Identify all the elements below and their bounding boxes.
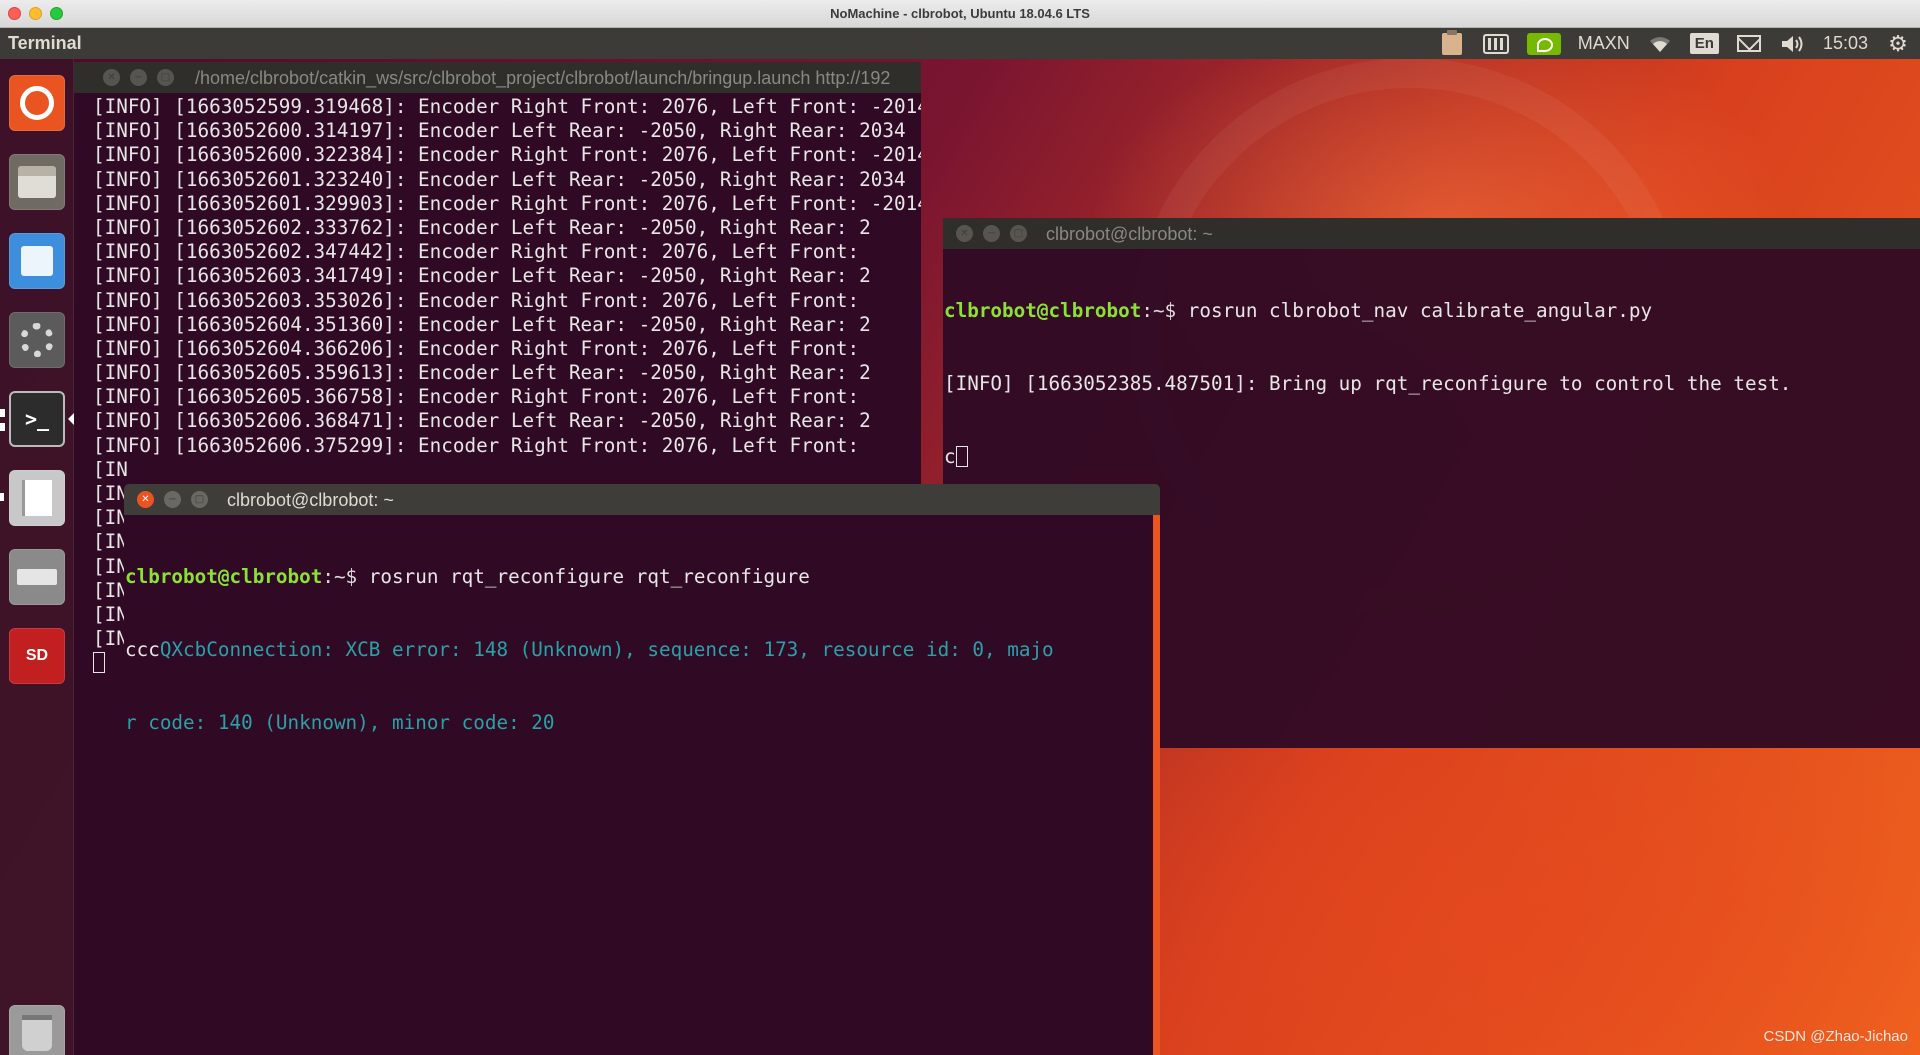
log-line: [INFO] [1663052600.314197]: Encoder Left… [93,119,906,143]
prompt-user: clbrobot@clbrobot [125,565,323,589]
software-store-icon[interactable] [9,233,65,289]
output-line: [INFO] [1663052385.487501]: Bring up rqt… [944,372,1792,395]
watermark: CSDN @Zhao-Jichao [1763,1028,1908,1045]
log-line: [INFO] [1663052603.353026]: Encoder Righ… [93,288,860,312]
log-line: [INFO] [1663052604.366206]: Encoder Righ… [93,336,860,360]
trash-icon[interactable] [9,1005,65,1055]
running-indicator [0,409,5,417]
active-app-name: Terminal [8,33,82,53]
remote-desktop: Terminal MAXN En 15:03 ⚙ >_ SD ✕ − □ /ho… [0,28,1920,1055]
running-indicator [0,423,5,431]
log-line: [INFO] [1663052605.359613]: Encoder Left… [93,361,871,385]
gpu-mode-label[interactable]: MAXN [1578,33,1630,54]
volume-icon[interactable] [1779,32,1807,56]
command-line: clbrobot@clbrobot:~$ rosrun clbrobot_nav… [944,299,1920,323]
window-titlebar[interactable]: ✕ − □ /home/clbrobot/catkin_ws/src/clbro… [74,62,921,93]
minimize-icon[interactable]: − [983,225,1000,242]
wifi-icon[interactable] [1646,32,1674,56]
drive-icon[interactable] [9,549,65,605]
text-editor-icon[interactable] [9,470,65,526]
prompt-path: :~$ [1141,299,1188,323]
clock[interactable]: 15:03 [1823,33,1868,54]
prompt-path: :~$ [322,565,369,589]
window-title: /home/clbrobot/catkin_ws/src/clbrobot_pr… [195,68,891,88]
command-text: rosrun rqt_reconfigure rqt_reconfigure [368,565,810,589]
maximize-icon[interactable]: □ [157,69,174,86]
ubuntu-dash-icon[interactable] [9,75,65,131]
terminal-window-rqt[interactable]: ✕ − □ clbrobot@clbrobot: ~ clbrobot@clbr… [124,484,1160,1055]
window-titlebar[interactable]: ✕ − □ clbrobot@clbrobot: ~ [124,484,1160,515]
maximize-icon[interactable]: □ [1010,225,1027,242]
log-line: [INFO] [1663052602.347442]: Encoder Righ… [93,240,860,264]
log-line: [INFO] [1663052606.375299]: Encoder Righ… [93,433,860,457]
system-tray: MAXN En 15:03 ⚙ [1438,28,1912,59]
minimize-icon[interactable]: − [130,69,147,86]
text-cursor [955,445,968,467]
keyboard-lang-indicator[interactable]: En [1689,33,1719,54]
window-title: clbrobot@clbrobot: ~ [227,490,394,510]
log-line: [INFO] [1663052602.333762]: Encoder Left… [93,215,871,239]
maximize-icon[interactable]: □ [191,491,208,508]
launcher: >_ SD [0,59,74,1055]
terminal-output[interactable]: clbrobot@clbrobot:~$ rosrun rqt_reconfig… [124,517,1160,1055]
error-text: QXcbConnection: XCB error: 148 (Unknown)… [159,638,1054,661]
window-title: NoMachine - clbrobot, Ubuntu 18.04.6 LTS [830,6,1090,21]
nvidia-icon[interactable] [1526,32,1562,56]
log-line: [INFO] [1663052600.322384]: Encoder Righ… [93,143,921,167]
files-icon[interactable] [9,154,65,210]
memory-icon[interactable] [1482,32,1510,56]
close-icon[interactable]: ✕ [137,491,154,508]
command-line: clbrobot@clbrobot:~$ rosrun rqt_reconfig… [125,565,1160,589]
log-line: [INFO] [1663052601.323240]: Encoder Left… [93,167,906,191]
typed-text: ccc [125,638,160,661]
power-gear-icon[interactable]: ⚙ [1884,31,1912,56]
log-line: [INFO] [1663052599.319468]: Encoder Righ… [93,95,921,118]
input-line: c [944,445,1920,469]
sd-card-icon[interactable]: SD [9,628,65,684]
running-indicator [0,493,4,501]
log-line: [INFO] [1663052603.341749]: Encoder Left… [93,264,871,288]
close-icon[interactable]: ✕ [103,69,120,86]
system-settings-icon[interactable] [9,312,65,368]
log-line: [INFO] [1663052606.368471]: Encoder Left… [93,409,871,433]
error-line: cccQXcbConnection: XCB error: 148 (Unkno… [125,638,1160,662]
window-titlebar[interactable]: ✕ − □ clbrobot@clbrobot: ~ [943,218,1920,249]
window-title: clbrobot@clbrobot: ~ [1046,224,1213,244]
close-icon[interactable]: ✕ [956,225,973,242]
text-cursor [93,652,105,674]
log-line: [INFO] [1663052605.366758]: Encoder Righ… [93,385,860,409]
typed-text: c [944,444,956,468]
prompt-user: clbrobot@clbrobot [944,299,1142,323]
nomachine-titlebar: NoMachine - clbrobot, Ubuntu 18.04.6 LTS [0,0,1920,28]
top-panel: Terminal MAXN En 15:03 ⚙ [0,28,1920,59]
clipboard-icon[interactable] [1438,29,1466,56]
command-text: rosrun clbrobot_nav calibrate_angular.py [1187,299,1653,323]
mail-icon[interactable] [1735,32,1763,56]
minimize-icon[interactable]: − [164,491,181,508]
terminal-launcher-icon[interactable]: >_ [9,391,65,447]
error-line-continued: r code: 140 (Unknown), minor code: 20 [125,710,555,734]
log-line: [INFO] [1663052604.351360]: Encoder Left… [93,312,871,336]
scrollbar[interactable] [1153,515,1160,1055]
log-line: [INFO] [1663052601.329903]: Encoder Righ… [93,191,921,215]
log-line: [IN [93,457,128,481]
